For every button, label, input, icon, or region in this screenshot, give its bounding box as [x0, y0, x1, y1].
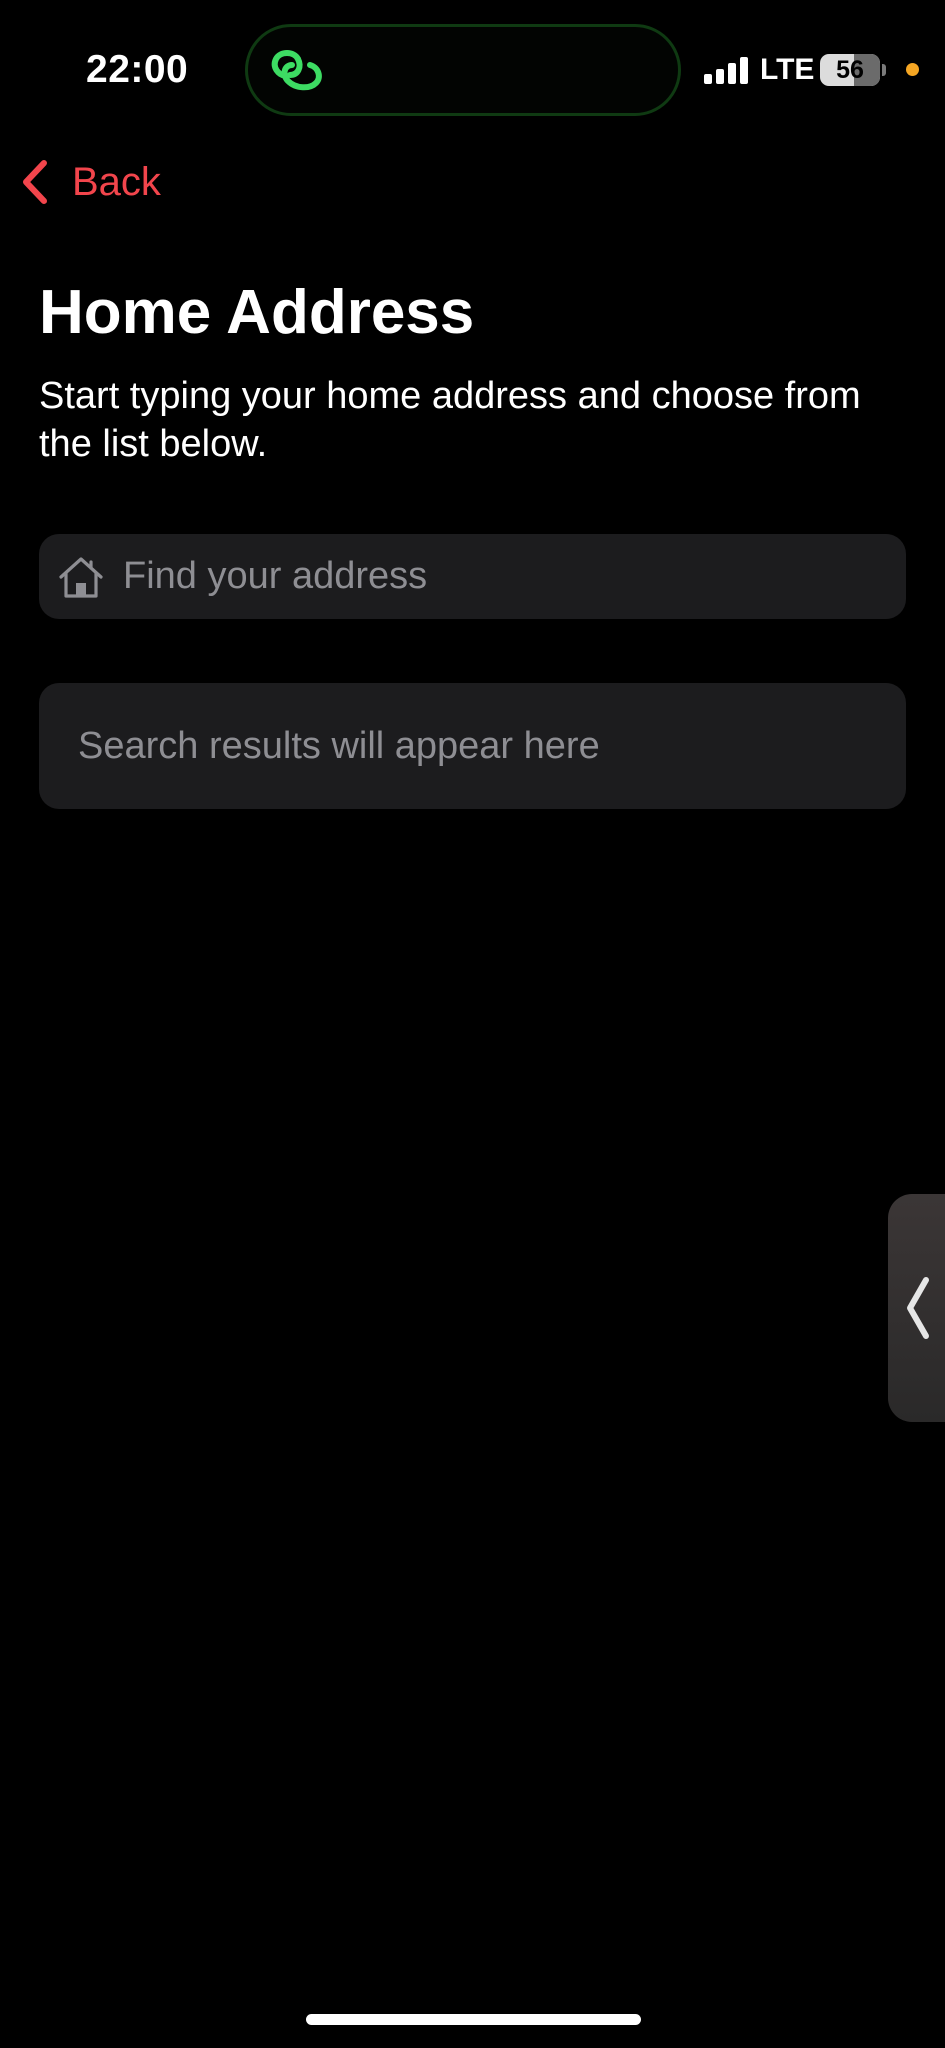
- back-button-label: Back: [72, 160, 161, 204]
- page-subtitle: Start typing your home address and choos…: [39, 375, 861, 465]
- status-time: 22:00: [86, 48, 189, 91]
- side-panel-handle[interactable]: [888, 1194, 945, 1422]
- linked-rings-icon: [271, 50, 322, 91]
- battery-terminal: [882, 64, 886, 76]
- search-results-empty-text: Search results will appear here: [78, 725, 600, 767]
- address-search-input[interactable]: [123, 546, 906, 607]
- home-icon: [59, 556, 103, 598]
- cellular-signal-icon: [704, 56, 750, 84]
- battery-level-text: 56: [836, 56, 864, 84]
- dynamic-island[interactable]: [245, 24, 681, 116]
- chevron-left-icon: [907, 1277, 929, 1339]
- home-indicator[interactable]: [306, 2014, 641, 2025]
- chevron-left-icon: [23, 160, 47, 204]
- network-type-label: LTE: [760, 53, 815, 86]
- search-results-panel: Search results will appear here: [39, 683, 906, 809]
- back-button[interactable]: Back: [18, 150, 161, 214]
- privacy-indicator-dot: [906, 63, 919, 76]
- page-title: Home Address: [39, 278, 475, 347]
- address-search-field[interactable]: [39, 534, 906, 619]
- battery-icon: 56: [820, 54, 880, 86]
- status-bar: 22:00 LTE 56: [0, 0, 945, 140]
